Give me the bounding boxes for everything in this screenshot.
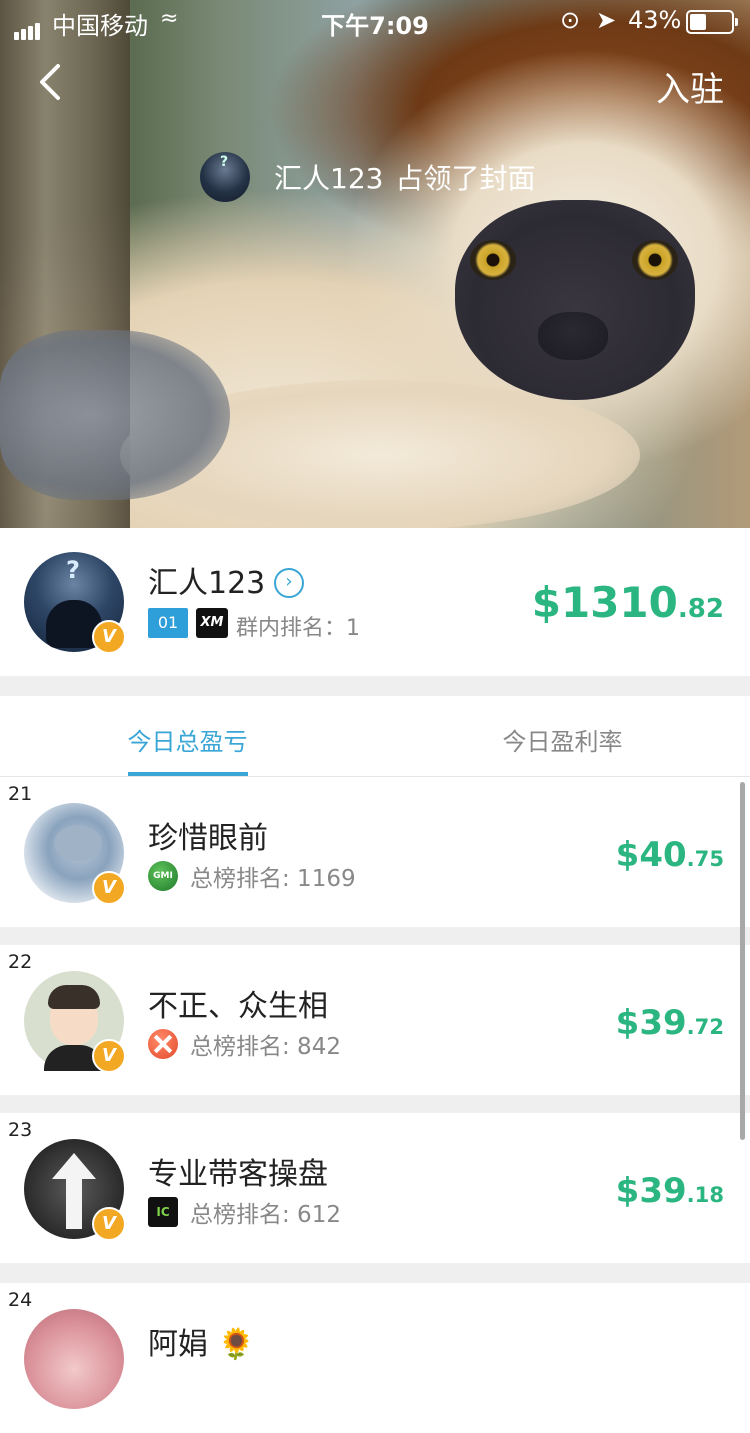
- trader-name: 专业带客操盘: [148, 1157, 328, 1192]
- my-profile-card[interactable]: ? V 汇人123 › 01 XM 群内排名：1 $1310.82: [0, 528, 750, 676]
- profit-cents: .82: [677, 594, 724, 624]
- orientation-lock-icon: ⊙: [560, 6, 581, 34]
- cover-lemur-eye: [470, 240, 516, 280]
- trader-name: 珍惜眼前: [148, 821, 268, 856]
- cover-lemur-eye: [632, 240, 678, 280]
- status-bar: 中国移动 ≈ 下午7:09 ⊙ ➤ 43%: [0, 0, 750, 40]
- verified-badge-icon: V: [92, 871, 126, 905]
- avatar[interactable]: [24, 1309, 124, 1409]
- avatar-hair: [48, 985, 100, 1009]
- cover-lemur-face: [455, 200, 695, 400]
- rank-number: 23: [8, 1119, 33, 1141]
- group-rank-value: 1: [346, 616, 361, 641]
- cover-owner-name: 汇人123: [274, 162, 384, 195]
- chevron-left-icon: [40, 64, 60, 100]
- active-tab-indicator: [128, 772, 248, 776]
- profit-main: $1310: [531, 578, 678, 627]
- avatar[interactable]: ? V: [24, 552, 126, 654]
- cover-owner-text: 占领了封面: [395, 162, 536, 195]
- verified-badge-icon: V: [92, 1207, 126, 1241]
- piggy-bank-image: [54, 825, 102, 861]
- broker-logo-x-icon: [148, 1029, 178, 1059]
- back-button[interactable]: [32, 60, 76, 108]
- broker-logo-gmi: GMI: [148, 861, 178, 891]
- cover-image: 中国移动 ≈ 下午7:09 ⊙ ➤ 43% 入驻 汇人123 占领了封面: [0, 0, 750, 528]
- avatar[interactable]: V: [24, 971, 126, 1073]
- group-rank: 群内排名：1: [236, 610, 360, 642]
- profile-name: 汇人123: [148, 566, 266, 601]
- battery-percent: 43%: [628, 6, 682, 34]
- location-icon: ➤: [596, 6, 617, 34]
- overall-rank: GMI 总榜排名: 1169: [148, 861, 356, 892]
- overall-rank: IC 总榜排名: 612: [148, 1197, 341, 1228]
- group-rank-label: 群内排名：: [236, 616, 347, 641]
- ranking-tabs: 今日总盈亏 今日盈利率: [0, 696, 750, 777]
- cover-lemur-nose: [538, 312, 608, 360]
- overall-rank-text: 总榜排名: 842: [190, 1034, 341, 1060]
- trader-name: 不正、众生相: [148, 989, 328, 1024]
- overall-rank: 总榜排名: 842: [148, 1029, 341, 1060]
- trader-profit: $39.72: [616, 1003, 724, 1043]
- profit-cents: .75: [686, 846, 724, 871]
- scrollbar[interactable]: [740, 782, 745, 1140]
- list-item[interactable]: 22 V 不正、众生相 总榜排名: 842 $39.72: [0, 945, 750, 1095]
- list-item[interactable]: 24 阿娟 🌻: [0, 1283, 750, 1433]
- cover-owner-avatar[interactable]: [200, 152, 250, 202]
- broker-logo-ic-text: IC: [156, 1205, 170, 1219]
- overall-rank-text: 总榜排名: 612: [190, 1202, 341, 1228]
- overall-rank-text: 总榜排名: 1169: [190, 866, 356, 892]
- cover-lemur-hand: [0, 330, 230, 500]
- cover-owner-banner[interactable]: 汇人123 占领了封面: [200, 152, 535, 202]
- rank-number: 21: [8, 783, 33, 805]
- profit-cents: .18: [686, 1182, 724, 1207]
- tab-daily-total-pnl[interactable]: 今日总盈亏: [0, 722, 375, 757]
- profit-main: $40: [615, 835, 687, 875]
- broker-logo-xm: XM: [196, 608, 228, 638]
- profit-cents: .72: [686, 1014, 724, 1039]
- verified-badge-icon: V: [92, 1039, 126, 1073]
- list-item[interactable]: 23 V 专业带客操盘 IC 总榜排名: 612 $39.18: [0, 1113, 750, 1263]
- broker-logo-ic: IC: [148, 1197, 178, 1227]
- rank-number: 22: [8, 951, 33, 973]
- trader-profit: $40.75: [616, 835, 724, 875]
- chevron-right-circle-icon[interactable]: ›: [274, 568, 304, 598]
- trader-name: 阿娟 🌻: [148, 1327, 255, 1362]
- level-tag: 01: [148, 608, 188, 638]
- trader-profit: $39.18: [616, 1171, 724, 1211]
- profit-main: $39: [615, 1003, 687, 1043]
- battery-icon: [686, 10, 738, 34]
- avatar[interactable]: V: [24, 1139, 126, 1241]
- verified-badge-icon: V: [92, 620, 126, 654]
- profit-main: $39: [615, 1171, 687, 1211]
- list-item[interactable]: 21 V 珍惜眼前 GMI 总榜排名: 1169 $40.75: [0, 777, 750, 927]
- question-mark-icon: ?: [66, 556, 80, 584]
- tab-daily-profit-rate[interactable]: 今日盈利率: [375, 722, 750, 757]
- profile-profit: $1310.82: [532, 578, 724, 627]
- join-button[interactable]: 入驻: [656, 62, 724, 111]
- rank-number: 24: [8, 1289, 33, 1311]
- avatar[interactable]: V: [24, 803, 126, 905]
